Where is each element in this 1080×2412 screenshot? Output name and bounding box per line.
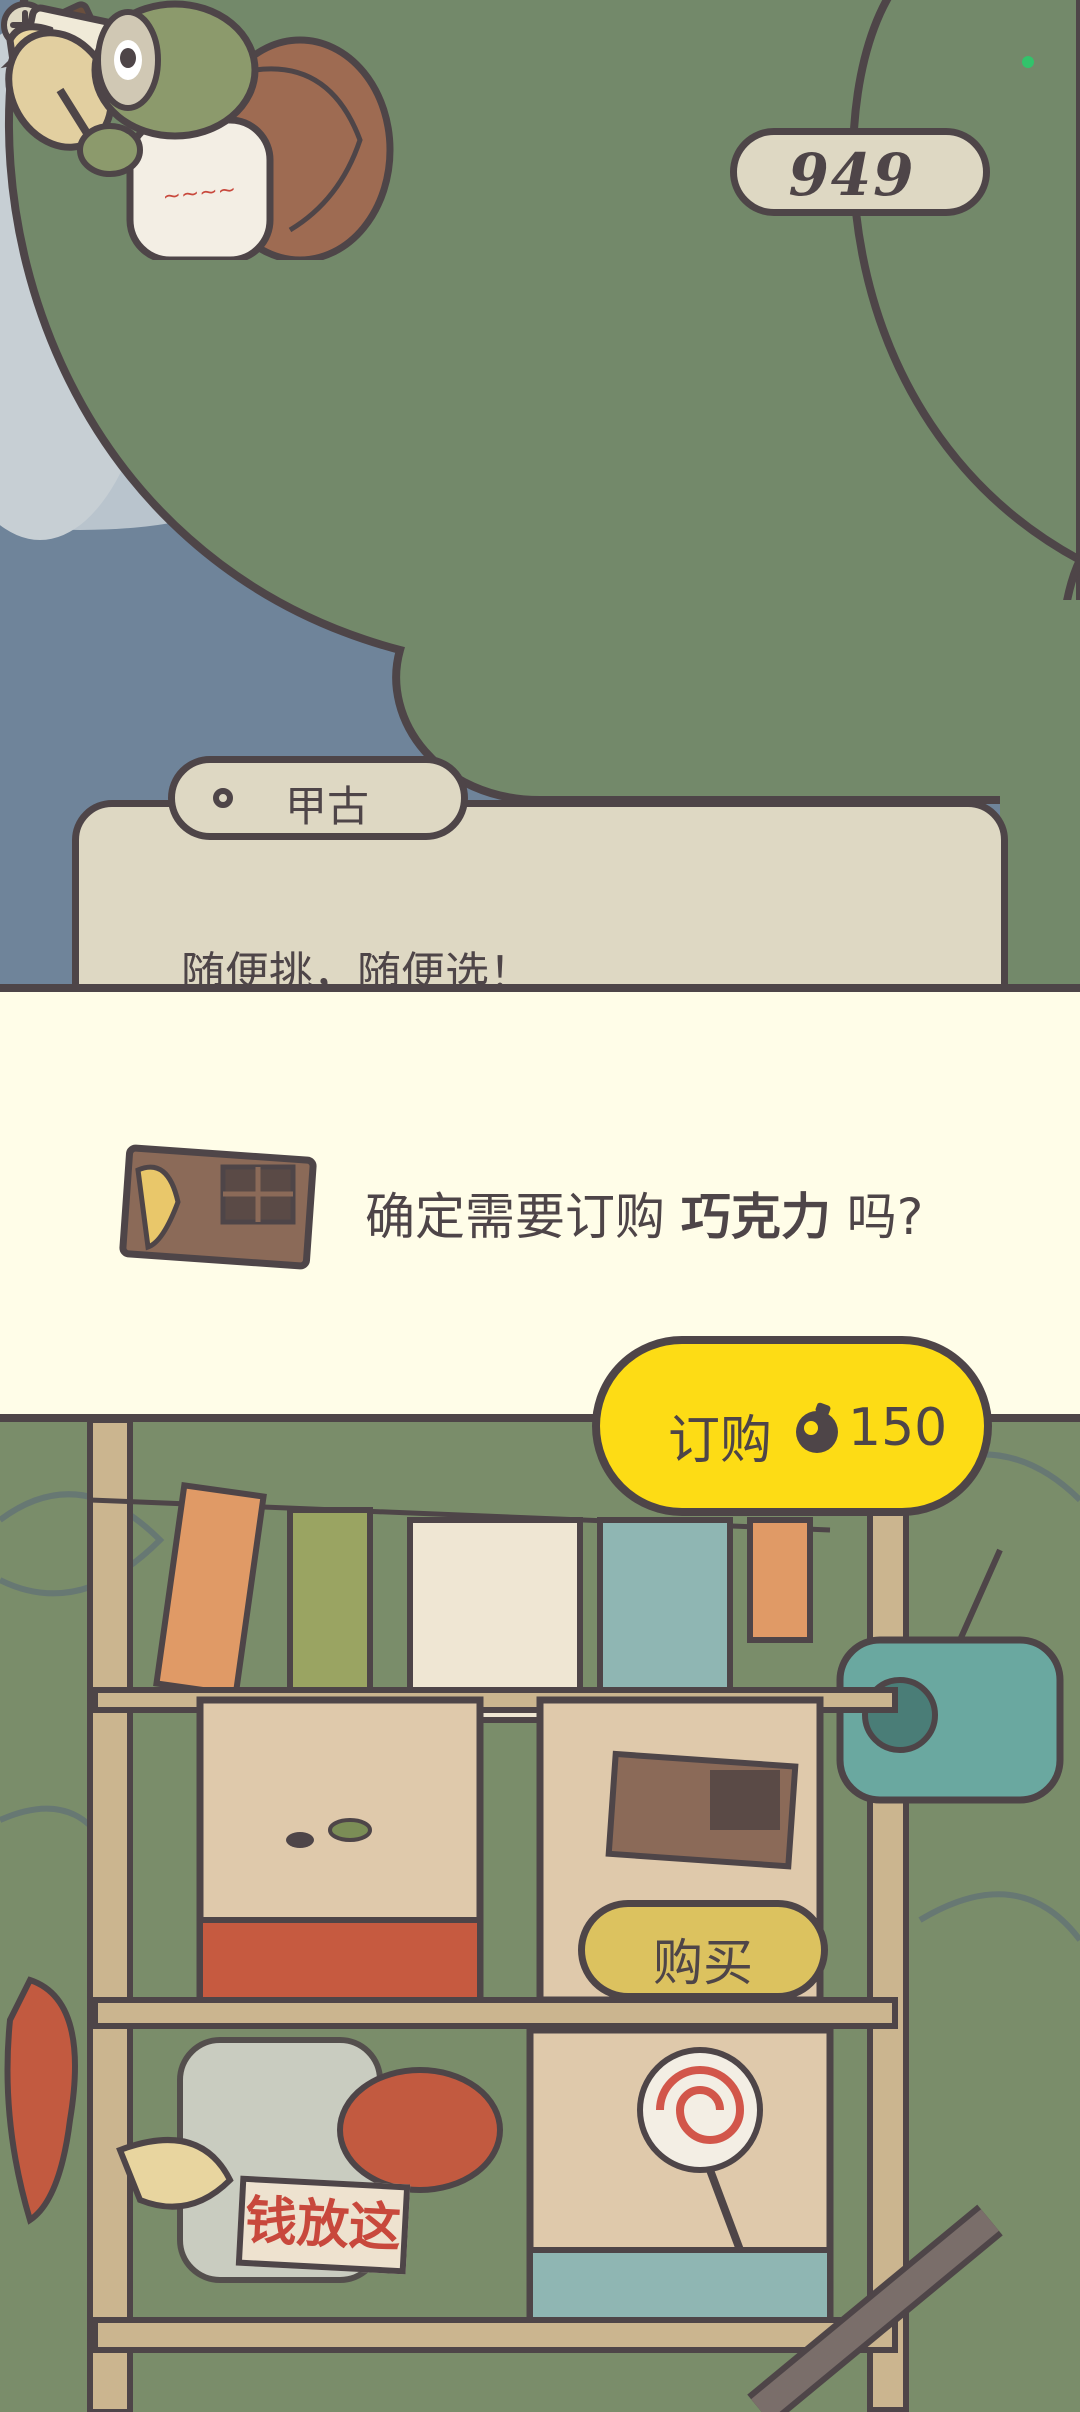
chocolate-icon: [119, 1144, 317, 1270]
order-price: 150: [848, 1398, 948, 1458]
acorn-count: 949: [788, 141, 916, 209]
buy-label: 购买: [653, 1934, 753, 1992]
money-sign: 钱放这: [235, 2175, 411, 2275]
speaker-name: 甲古: [285, 782, 370, 831]
shop-stall-illustration: [0, 1420, 1080, 2412]
order-label: 订购: [668, 1411, 773, 1471]
order-button[interactable]: 订购 150: [592, 1336, 992, 1516]
turtle-shopkeeper[interactable]: ~~~~: [0, 0, 400, 260]
confirm-message: 确定需要订购 巧克力 吗?: [365, 1177, 923, 1249]
forest-scene: 949 ~~~~ 随便挑，随便选！ 甲古: [0, 0, 1080, 990]
shop-stall-scene: [0, 1420, 1080, 2412]
speaker-dot-icon: [213, 788, 233, 808]
acorn-counter: 949: [730, 128, 990, 216]
status-dot: [1022, 56, 1034, 68]
speaker-name-tag: 甲古: [168, 756, 468, 840]
item-name: 巧克力: [680, 1188, 831, 1246]
buy-button[interactable]: 购买: [578, 1900, 828, 2000]
confirm-text-after: 吗?: [830, 1188, 924, 1246]
dialog-text: 随便挑，随便选！: [181, 948, 533, 990]
acorn-coin-icon: [796, 1402, 838, 1453]
confirm-text-before: 确定需要订购: [365, 1188, 681, 1246]
